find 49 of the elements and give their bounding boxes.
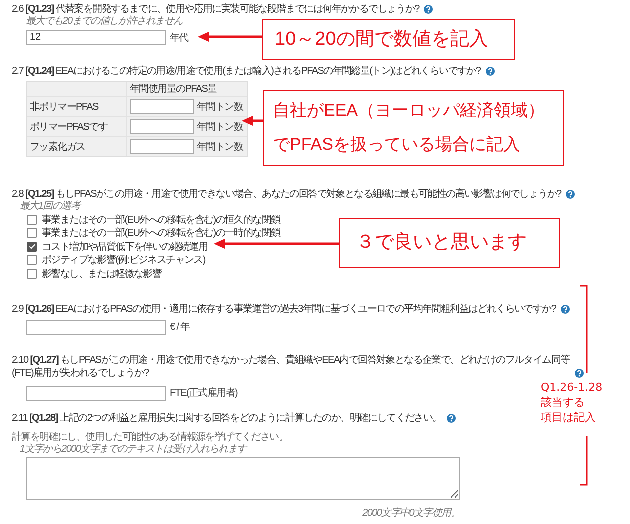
description-text: 計算を明確にし、使用した可能性のある情報源を挙げてください。 bbox=[12, 430, 290, 442]
unit-label: 年間トン数 bbox=[197, 120, 244, 134]
callout-text: ３で良いと思います bbox=[356, 231, 527, 255]
question-title: 2.7 [Q1.24] EEAにおけるこの特定の用途/用途で使用(または輸入)されるPFASの年間総量(トン)はどれくらいですか? bbox=[12, 65, 481, 78]
checkbox[interactable] bbox=[27, 255, 37, 266]
help-icon[interactable] bbox=[446, 414, 456, 422]
unit-label: 年間トン数 bbox=[197, 100, 244, 114]
input-field[interactable] bbox=[26, 386, 166, 400]
input-field[interactable] bbox=[130, 139, 194, 154]
help-icon[interactable] bbox=[561, 304, 570, 314]
row-label: 非ポリマーPFAS bbox=[30, 100, 98, 114]
option-label[interactable]: 影響なし、または軽微な影響 bbox=[42, 266, 162, 281]
unit-label: 年間トン数 bbox=[197, 140, 244, 154]
unit-label: 年代 bbox=[170, 32, 188, 44]
help-icon[interactable] bbox=[424, 5, 434, 14]
question-title: 2.6 [Q1.23] 代替案を開発するまでに、使用や応用に実装可能な段階までには何年かかるでしょうか? bbox=[12, 3, 420, 16]
unit-label: FTE(正式雇用者) bbox=[170, 386, 238, 400]
checkbox[interactable] bbox=[27, 214, 37, 225]
hint-text: 最大でも20までの値しか許されません bbox=[26, 16, 184, 28]
checkbox[interactable] bbox=[27, 228, 37, 238]
question-title: 2.11 [Q1.28] 上記の2つの利益と雇用損失に関する回答をどのように計算したのか、明確にしてください。 bbox=[12, 412, 442, 424]
callout-text: 10～20の間で数値を記入 bbox=[275, 28, 488, 52]
option-label[interactable]: ポジティブな影響(例:ビジネスチャンス) bbox=[42, 253, 206, 268]
checkbox[interactable] bbox=[27, 242, 37, 252]
character-counter: 2000文字中0文字使用。 bbox=[362, 506, 460, 520]
checkbox[interactable] bbox=[27, 268, 37, 279]
note-text: Q1.26-1.28 該当する 項目は記入 bbox=[541, 380, 603, 425]
question-title: 2.8 [Q1.25] もしPFASがこの用途・用途で使用できない場合、あなたの回答で対象となる組織に最も可能性の高い影響は何でしょうか? bbox=[12, 188, 562, 200]
hint-text: 最大1回の選考 bbox=[19, 201, 82, 213]
help-icon[interactable] bbox=[575, 368, 584, 378]
bracket-line bbox=[580, 436, 589, 486]
option-label[interactable]: 事業またはその一部(EU外への移転を含む)の恒久的な閉鎖 bbox=[42, 212, 280, 227]
help-icon[interactable] bbox=[566, 190, 576, 199]
unit-label: € / 年 bbox=[170, 321, 190, 334]
input-field[interactable] bbox=[26, 320, 166, 334]
input-field[interactable]: 12 bbox=[26, 30, 166, 45]
question-title: 2.9 [Q1.26] EEAにおけるPFASの使用・適用に依存する事業運営の過去3年間に基づくユーロでの平均年間粗利益はどれくらいですか? bbox=[12, 302, 556, 316]
hint-text: 1文字から2000文字までのテキストは受け入れられます bbox=[19, 444, 248, 456]
text-area[interactable] bbox=[26, 456, 460, 500]
input-field[interactable] bbox=[130, 99, 194, 114]
help-icon[interactable] bbox=[486, 67, 495, 76]
row-label: ポリマーPFASです bbox=[30, 120, 108, 134]
option-label[interactable]: コスト増加や品質低下を伴いの継続運用 bbox=[42, 240, 208, 254]
callout-text: 自社がEEA（ヨーロッパ経済領域） でPFASを扱っている場合に記入 bbox=[273, 100, 546, 156]
row-label: フッ素化ガス bbox=[30, 140, 86, 154]
option-label[interactable]: 事業またはその一部(EU外への移転を含む)の一時的な閉鎖 bbox=[42, 226, 280, 240]
column-header: 年間使用量のPFAS量 bbox=[130, 83, 217, 96]
question-title: 2.10 [Q1.27] もしPFASがこの用途・用途で使用できなかった場合、貴組織やEEA内で回答対象となる企業で、どれだけのフルタイム同等(FTE)雇用が失われるでしょうか? bbox=[12, 354, 570, 380]
input-field[interactable] bbox=[130, 119, 194, 134]
